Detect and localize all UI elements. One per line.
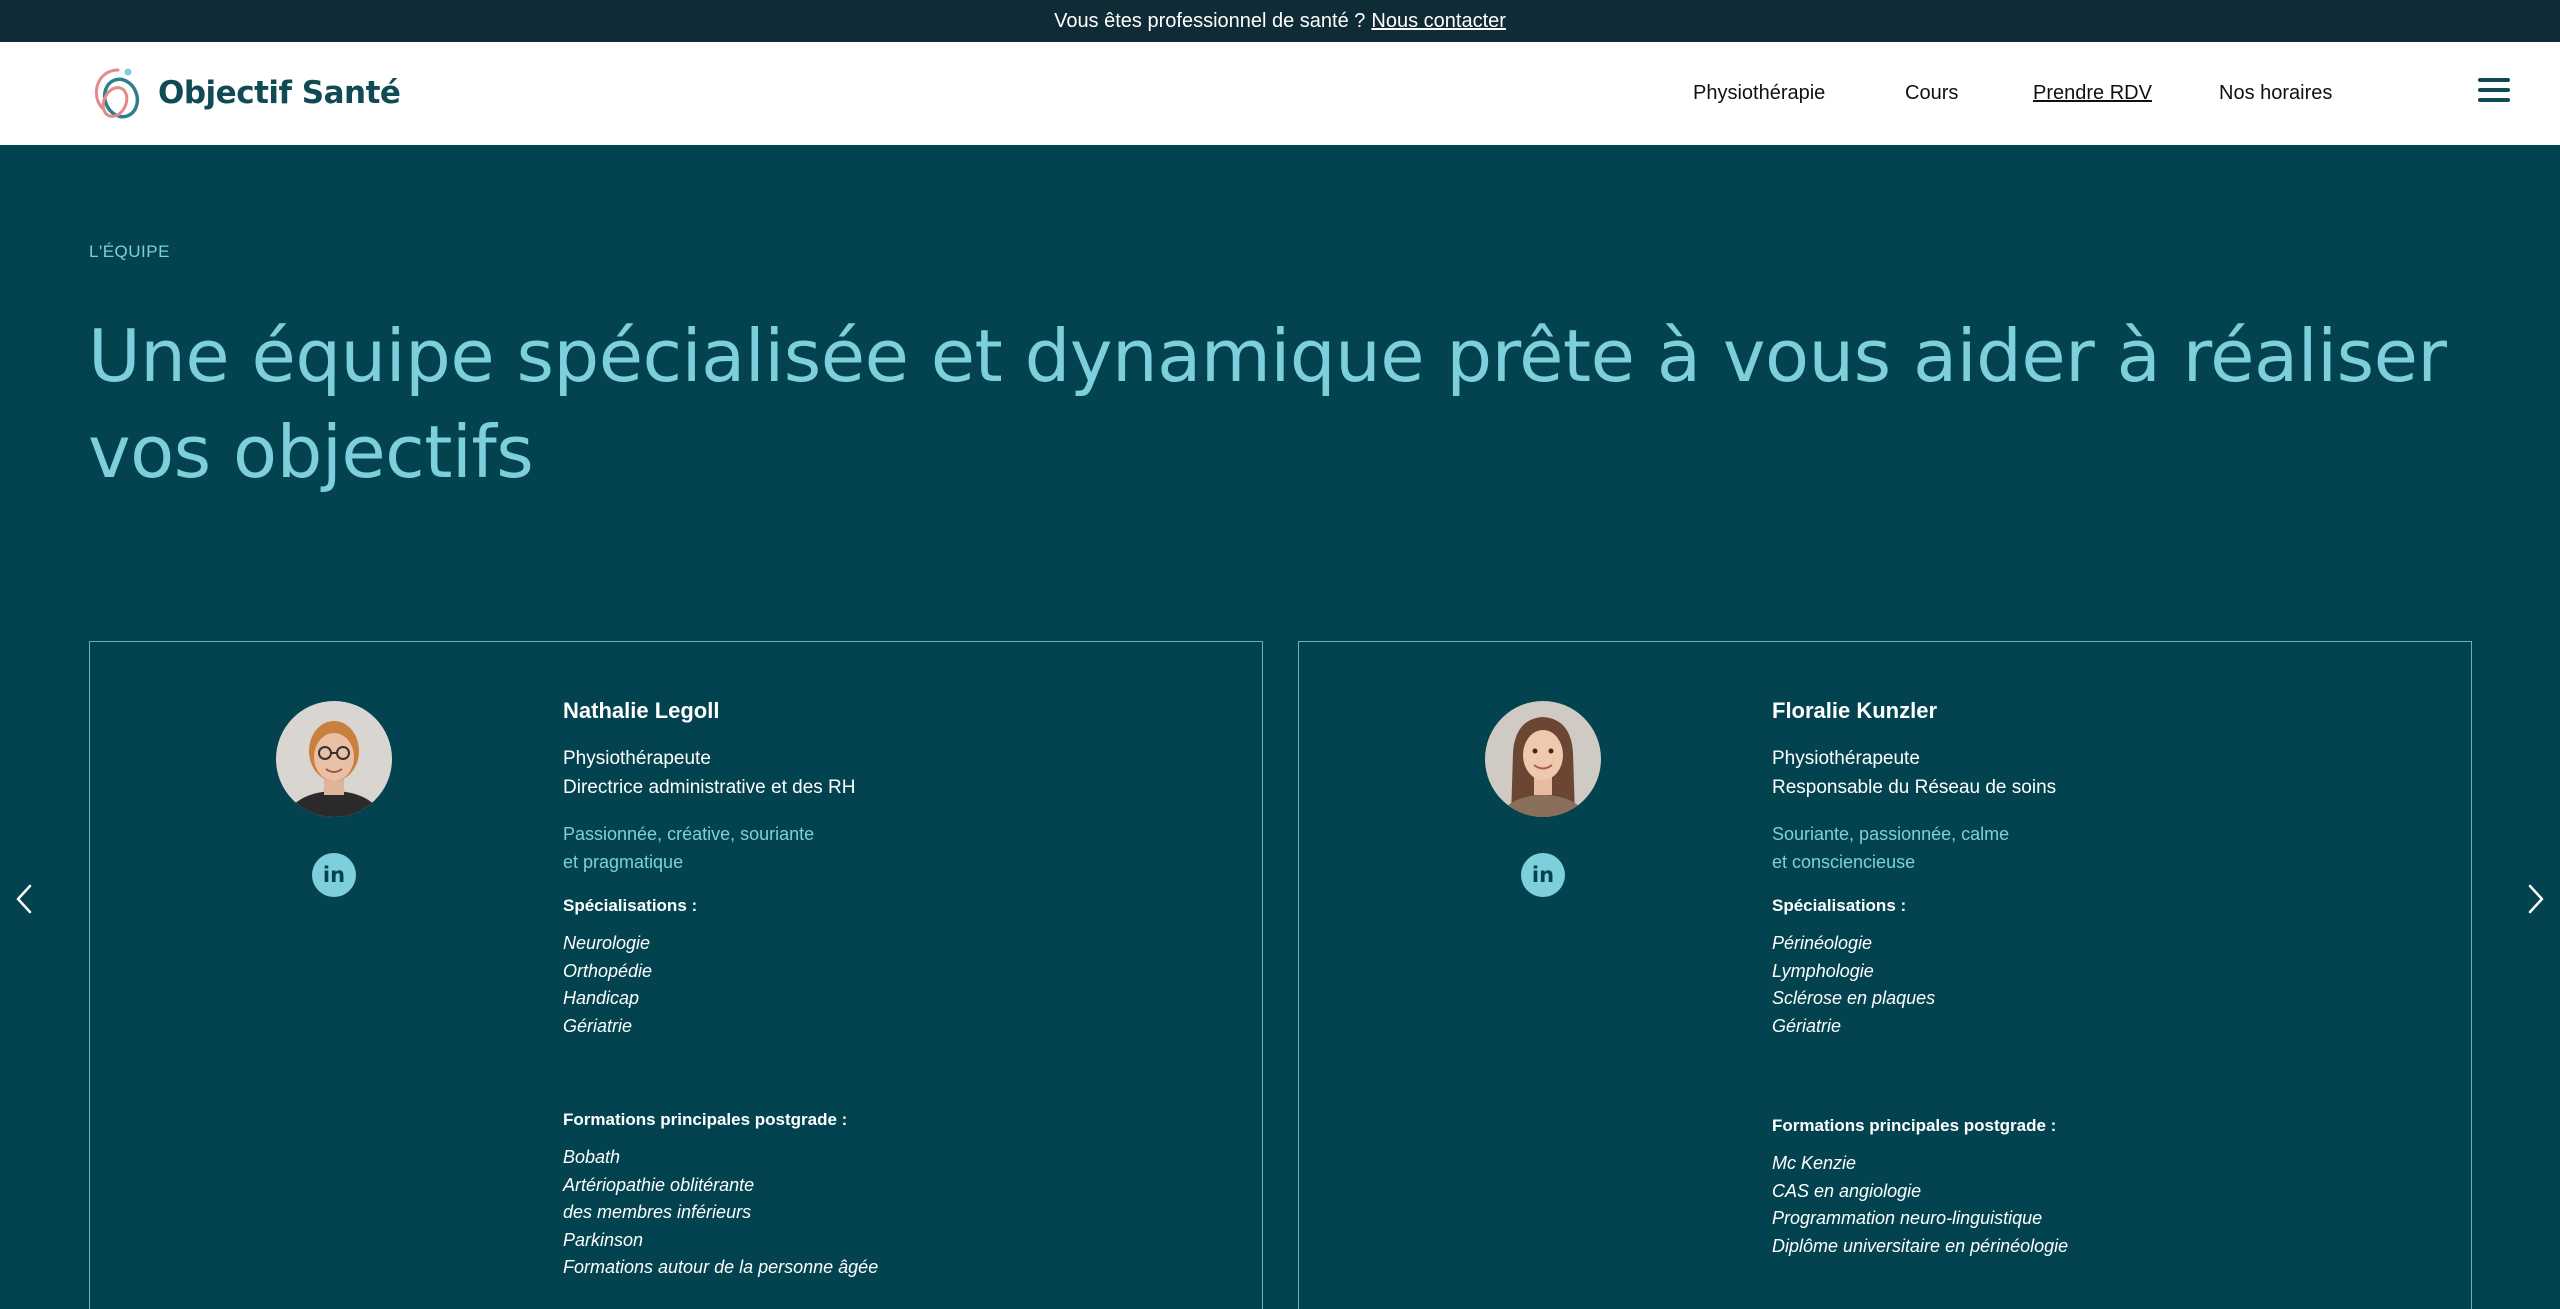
member-name: Nathalie Legoll <box>563 698 720 723</box>
nav-item-physiotherapie[interactable]: Physiothérapie <box>1693 82 1825 105</box>
list-item: Diplôme universitaire en périnéologie <box>1772 1235 2069 1256</box>
list-item: Gériatrie <box>1772 1015 1842 1036</box>
linkedin-icon[interactable]: in <box>1521 853 1565 897</box>
nav-item-cours[interactable]: Cours <box>1905 82 1958 105</box>
list-item: Parkinson <box>563 1229 644 1250</box>
list-item: Gériatrie <box>563 1015 633 1036</box>
announcement-text: Vous êtes professionnel de santé ? <box>1054 9 1366 32</box>
objectif-sante-logo-icon <box>95 68 140 119</box>
formations-title: Formations principales postgrade : <box>1772 1116 2057 1135</box>
list-item: Lymphologie <box>1772 960 1874 981</box>
member-trait-line: Passionnée, créative, souriante <box>563 824 815 844</box>
member-traits: Souriante, passionnée, calme et conscien… <box>1772 820 2412 876</box>
list-item: Neurologie <box>563 933 651 953</box>
list-item: Formations autour de la personne âgée <box>563 1257 879 1277</box>
chevron-right-icon[interactable] <box>2526 882 2546 916</box>
brand-name: Objectif Santé <box>158 75 401 111</box>
nav-item-nos-horaires[interactable]: Nos horaires <box>2219 82 2332 105</box>
member-info: Nathalie Legoll Physiothérapeute Directr… <box>563 698 1203 1282</box>
list-item: Périnéologie <box>1772 933 1873 953</box>
list-item: CAS en angiologie <box>1772 1180 1922 1201</box>
team-card: in Floralie Kunzler Physiothérapeute Res… <box>1298 641 2472 1309</box>
team-card: in Nathalie Legoll Physiothérapeute Dire… <box>89 641 1263 1309</box>
member-role: Responsable du Réseau de soins <box>1772 777 2057 798</box>
site-header: Objectif Santé Physiothérapie Cours Pren… <box>0 42 2560 145</box>
formations-title: Formations principales postgrade : <box>563 1110 848 1129</box>
member-role: Directrice administrative et des RH <box>563 777 856 798</box>
list-item: Handicap <box>563 988 640 1008</box>
member-trait-line: et pragmatique <box>563 852 684 872</box>
specialisations-title: Spécialisations : <box>563 896 698 915</box>
list-item: Orthopédie <box>563 960 653 981</box>
hamburger-menu-icon[interactable] <box>2478 78 2510 102</box>
linkedin-icon[interactable]: in <box>312 853 356 897</box>
list-item: Programmation neuro-linguistique <box>1772 1208 2043 1228</box>
member-role: Physiothérapeute <box>1772 748 1920 769</box>
member-info: Floralie Kunzler Physiothérapeute Respon… <box>1772 698 2412 1260</box>
section-eyebrow: L'ÉQUIPE <box>89 242 170 261</box>
chevron-left-icon[interactable] <box>14 882 34 916</box>
list-item: Sclérose en plaques <box>1772 988 1936 1008</box>
member-trait-line: et consciencieuse <box>1772 852 1916 872</box>
section-headline: Une équipe spécialisée et dynamique prêt… <box>88 314 2447 494</box>
list-item: des membres inférieurs <box>563 1202 752 1222</box>
list-item: Bobath <box>563 1147 621 1167</box>
nav-item-prendre-rdv[interactable]: Prendre RDV <box>2033 82 2152 105</box>
member-name: Floralie Kunzler <box>1772 698 1938 723</box>
avatar <box>1485 701 1601 817</box>
specialisations-title: Spécialisations : <box>1772 896 1907 915</box>
contact-link[interactable]: Nous contacter <box>1371 10 1506 33</box>
announcement-bar: Vous êtes professionnel de santé ? Nous … <box>0 0 2560 42</box>
member-trait-line: Souriante, passionnée, calme <box>1772 824 2010 844</box>
member-role: Physiothérapeute <box>563 748 711 769</box>
list-item: Artériopathie oblitérante <box>563 1174 755 1195</box>
member-traits: Passionnée, créative, souriante et pragm… <box>563 820 1203 876</box>
avatar <box>276 701 392 817</box>
logo[interactable]: Objectif Santé <box>88 64 401 122</box>
list-item: Mc Kenzie <box>1772 1153 1857 1173</box>
